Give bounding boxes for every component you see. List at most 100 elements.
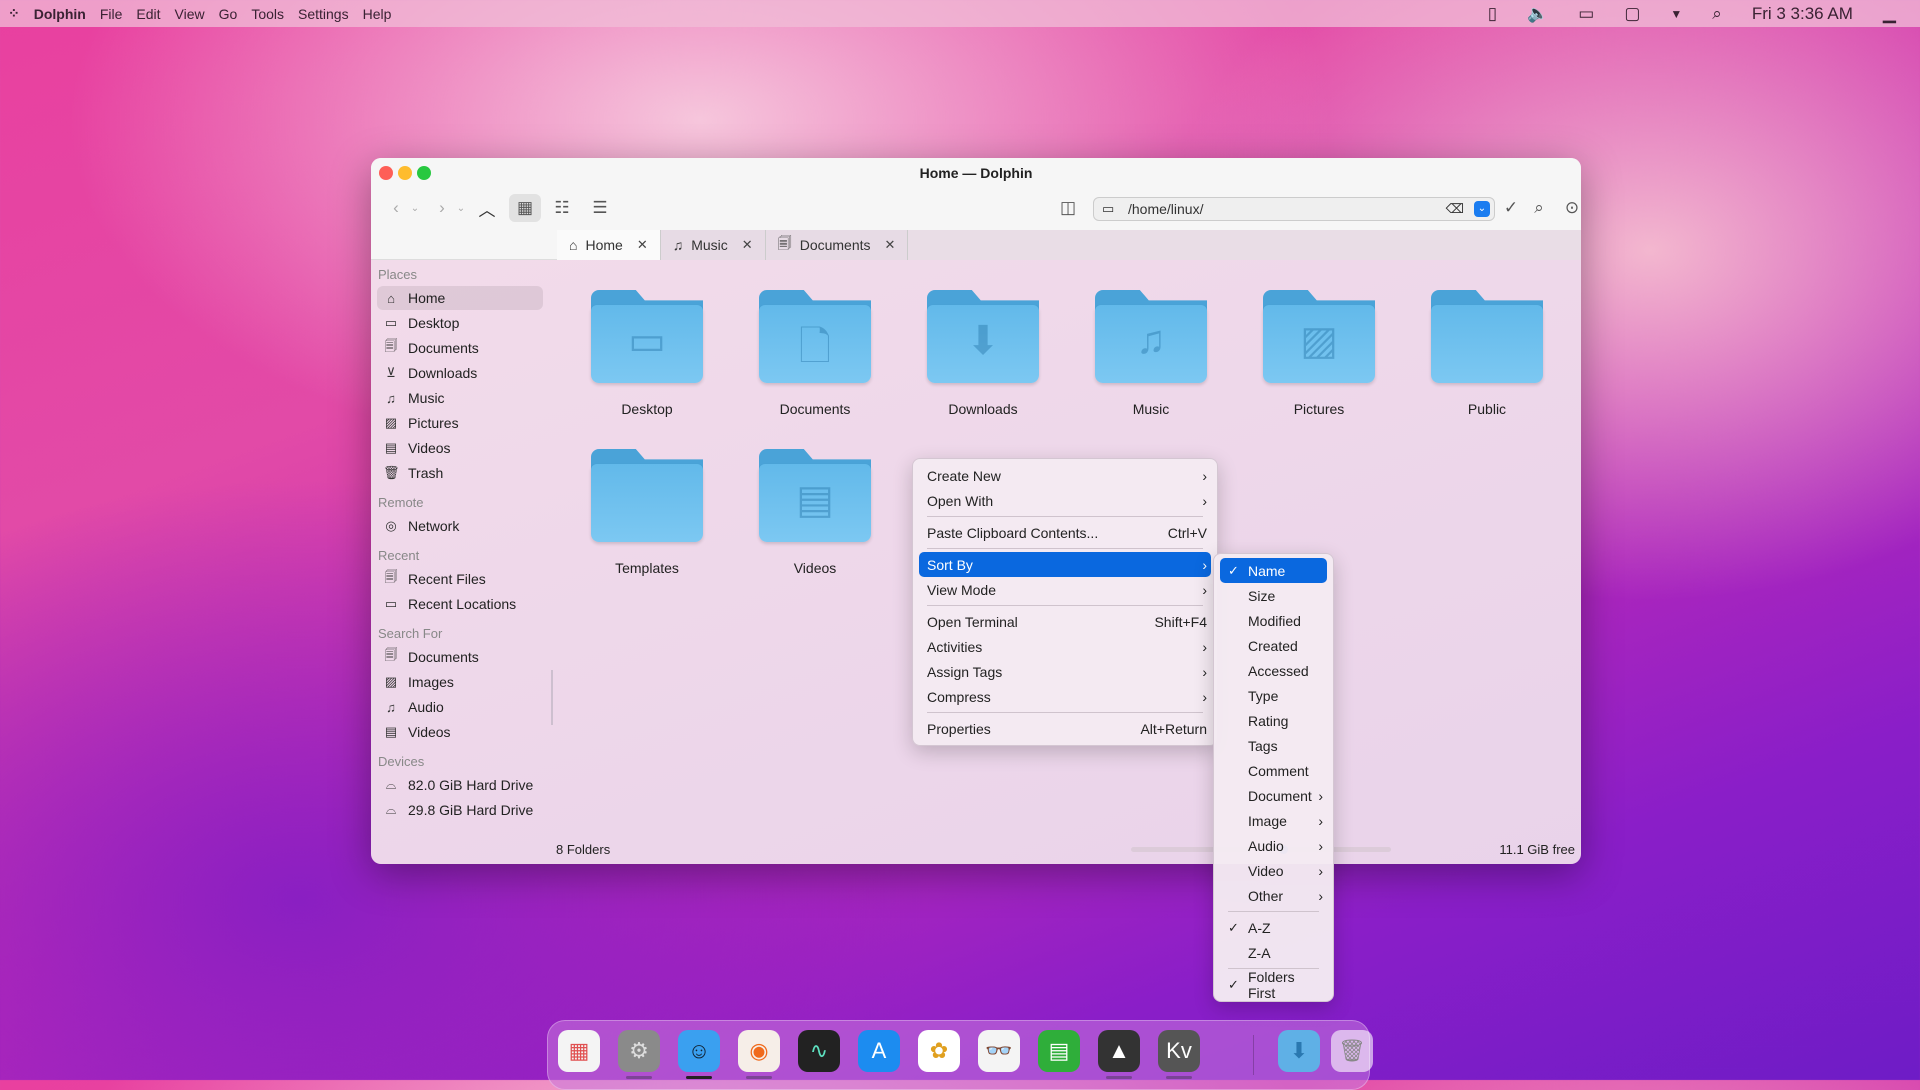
sidebar-item-recent-files[interactable]: 🗐 Recent Files bbox=[377, 567, 543, 591]
close-tab-icon[interactable]: ✕ bbox=[742, 237, 753, 253]
tab-music[interactable]: ♫ Music ✕ bbox=[660, 230, 766, 260]
menu-tools[interactable]: Tools bbox=[251, 6, 284, 22]
search-button[interactable]: ⌕ bbox=[1527, 194, 1551, 222]
sidebar-item-recent-locations[interactable]: ▭ Recent Locations bbox=[377, 592, 543, 616]
app-menu[interactable]: Dolphin bbox=[34, 6, 86, 22]
menu-item-rating[interactable]: Rating bbox=[1220, 708, 1327, 733]
back-history-chevron-icon[interactable]: ⌄ bbox=[407, 194, 423, 222]
menu-item-audio[interactable]: Audio › bbox=[1220, 833, 1327, 858]
menu-item-other[interactable]: Other › bbox=[1220, 883, 1327, 908]
sidebar-item-desktop[interactable]: ▭ Desktop bbox=[377, 311, 543, 335]
compact-view-button[interactable]: ☷ bbox=[547, 194, 577, 222]
menu-item-comment[interactable]: Comment bbox=[1220, 758, 1327, 783]
dock-finder-icon[interactable]: ☺ bbox=[678, 1030, 720, 1072]
menu-go[interactable]: Go bbox=[219, 6, 238, 22]
menu-item-compress[interactable]: Compress › bbox=[919, 684, 1211, 709]
dock-launchpad-icon[interactable]: ▦ bbox=[558, 1030, 600, 1072]
icons-view-button[interactable]: ▦ bbox=[509, 194, 541, 222]
sidebar-item-videos[interactable]: ▤ Videos bbox=[377, 720, 543, 744]
split-view-button[interactable]: ◫ bbox=[1055, 194, 1081, 222]
dock-photos-icon[interactable]: ✿ bbox=[918, 1030, 960, 1072]
confirm-location-icon[interactable]: ✓ bbox=[1499, 194, 1523, 222]
sidebar-item-images[interactable]: ▨ Images bbox=[377, 670, 543, 694]
menu-item-create-new[interactable]: Create New › bbox=[919, 463, 1211, 488]
volume-icon[interactable]: 🔈 bbox=[1527, 4, 1548, 24]
sidebar-scrollbar[interactable] bbox=[551, 670, 553, 725]
folder-item[interactable]: Templates bbox=[572, 449, 722, 576]
sidebar-item-82-0-gib-hard-drive[interactable]: ⌓ 82.0 GiB Hard Drive bbox=[377, 773, 543, 797]
sidebar-item-downloads[interactable]: ⊻ Downloads bbox=[377, 361, 543, 385]
dock-downloads-folder-icon[interactable]: ⬇ bbox=[1278, 1030, 1320, 1072]
folder-item[interactable]: ▤ Videos bbox=[740, 449, 890, 576]
menu-item-sort-by[interactable]: Sort By › bbox=[919, 552, 1211, 577]
menu-item-a-z[interactable]: ✓ A-Z bbox=[1220, 915, 1327, 940]
folder-item[interactable]: ▭ Desktop bbox=[572, 290, 722, 417]
forward-button[interactable]: › bbox=[431, 194, 453, 222]
forward-history-chevron-icon[interactable]: ⌄ bbox=[453, 194, 469, 222]
usb-icon[interactable]: ▭ bbox=[1578, 4, 1594, 24]
sidebar-item-documents[interactable]: 🗐 Documents bbox=[377, 645, 543, 669]
menu-item-size[interactable]: Size bbox=[1220, 583, 1327, 608]
menu-item-activities[interactable]: Activities › bbox=[919, 634, 1211, 659]
tab-home[interactable]: ⌂ Home ✕ bbox=[557, 230, 661, 260]
dock-preview-icon[interactable]: 👓 bbox=[978, 1030, 1020, 1072]
back-button[interactable]: ‹ bbox=[385, 194, 407, 222]
folder-item[interactable]: 🗋 Documents bbox=[740, 290, 890, 417]
chevron-down-icon[interactable]: ▼ bbox=[1670, 7, 1682, 21]
menu-item-video[interactable]: Video › bbox=[1220, 858, 1327, 883]
menu-item-tags[interactable]: Tags bbox=[1220, 733, 1327, 758]
menu-item-open-with[interactable]: Open With › bbox=[919, 488, 1211, 513]
dock-firefox-icon[interactable]: ◉ bbox=[738, 1030, 780, 1072]
menu-file[interactable]: File bbox=[100, 6, 123, 22]
location-dropdown-button[interactable]: ⌄ bbox=[1474, 201, 1490, 217]
folder-item[interactable]: ▨ Pictures bbox=[1244, 290, 1394, 417]
menu-edit[interactable]: Edit bbox=[136, 6, 160, 22]
sidebar-item-29-8-gib-hard-drive[interactable]: ⌓ 29.8 GiB Hard Drive bbox=[377, 798, 543, 822]
menu-item-modified[interactable]: Modified bbox=[1220, 608, 1327, 633]
sidebar-item-music[interactable]: ♫ Music bbox=[377, 386, 543, 410]
menu-item-assign-tags[interactable]: Assign Tags › bbox=[919, 659, 1211, 684]
menu-item-created[interactable]: Created bbox=[1220, 633, 1327, 658]
dock-spreadsheet-icon[interactable]: ▤ bbox=[1038, 1030, 1080, 1072]
clipboard-icon[interactable]: ▯ bbox=[1488, 4, 1497, 24]
dolphin-logo-icon[interactable]: ⁘ bbox=[8, 5, 20, 22]
folder-item[interactable]: ♫ Music bbox=[1076, 290, 1226, 417]
menu-view[interactable]: View bbox=[175, 6, 205, 22]
search-icon[interactable]: ⌕ bbox=[1712, 4, 1722, 24]
menu-item-open-terminal[interactable]: Open Terminal Shift+F4 bbox=[919, 609, 1211, 634]
dock-app-store-icon[interactable]: A bbox=[858, 1030, 900, 1072]
tab-documents[interactable]: 🗐 Documents ✕ bbox=[765, 230, 909, 260]
menu-item-paste-clipboard-contents[interactable]: Paste Clipboard Contents... Ctrl+V bbox=[919, 520, 1211, 545]
more-options-button[interactable]: ⊙ bbox=[1557, 194, 1581, 222]
dock-inkscape-icon[interactable]: ▲ bbox=[1098, 1030, 1140, 1072]
location-input[interactable]: /home/linux/ bbox=[1128, 201, 1203, 217]
menu-item-name[interactable]: ✓ Name bbox=[1220, 558, 1327, 583]
display-icon[interactable]: ▢ bbox=[1624, 4, 1640, 24]
folder-item[interactable]: ⬇ Downloads bbox=[908, 290, 1058, 417]
clear-location-icon[interactable]: ⌫ bbox=[1446, 201, 1464, 217]
show-desktop-icon[interactable]: ▁ bbox=[1883, 4, 1896, 24]
sidebar-item-trash[interactable]: 🗑 Trash bbox=[377, 461, 543, 485]
close-tab-icon[interactable]: ✕ bbox=[637, 237, 648, 253]
menu-item-accessed[interactable]: Accessed bbox=[1220, 658, 1327, 683]
dock-trash-icon[interactable]: 🗑 bbox=[1331, 1030, 1373, 1072]
dock-kvantum-icon[interactable]: Kv bbox=[1158, 1030, 1200, 1072]
menu-item-properties[interactable]: Properties Alt+Return bbox=[919, 716, 1211, 741]
menu-help[interactable]: Help bbox=[363, 6, 392, 22]
clock[interactable]: Fri 3 3:36 AM bbox=[1752, 4, 1853, 24]
location-bar[interactable]: ▭ /home/linux/ ⌫ ⌄ bbox=[1093, 197, 1495, 221]
sidebar-item-home[interactable]: ⌂ Home bbox=[377, 286, 543, 310]
sidebar-item-videos[interactable]: ▤ Videos bbox=[377, 436, 543, 460]
menu-item-document[interactable]: Document › bbox=[1220, 783, 1327, 808]
sidebar-item-network[interactable]: ◎ Network bbox=[377, 514, 543, 538]
menu-item-type[interactable]: Type bbox=[1220, 683, 1327, 708]
menu-item-image[interactable]: Image › bbox=[1220, 808, 1327, 833]
details-view-button[interactable]: ☰ bbox=[585, 194, 615, 222]
up-button[interactable]: ︿ bbox=[475, 194, 499, 222]
menu-settings[interactable]: Settings bbox=[298, 6, 349, 22]
sidebar-item-pictures[interactable]: ▨ Pictures bbox=[377, 411, 543, 435]
menu-item-z-a[interactable]: Z-A bbox=[1220, 940, 1327, 965]
dock-system-settings-icon[interactable]: ⚙ bbox=[618, 1030, 660, 1072]
menu-item-view-mode[interactable]: View Mode › bbox=[919, 577, 1211, 602]
folder-item[interactable]: Public bbox=[1412, 290, 1562, 417]
